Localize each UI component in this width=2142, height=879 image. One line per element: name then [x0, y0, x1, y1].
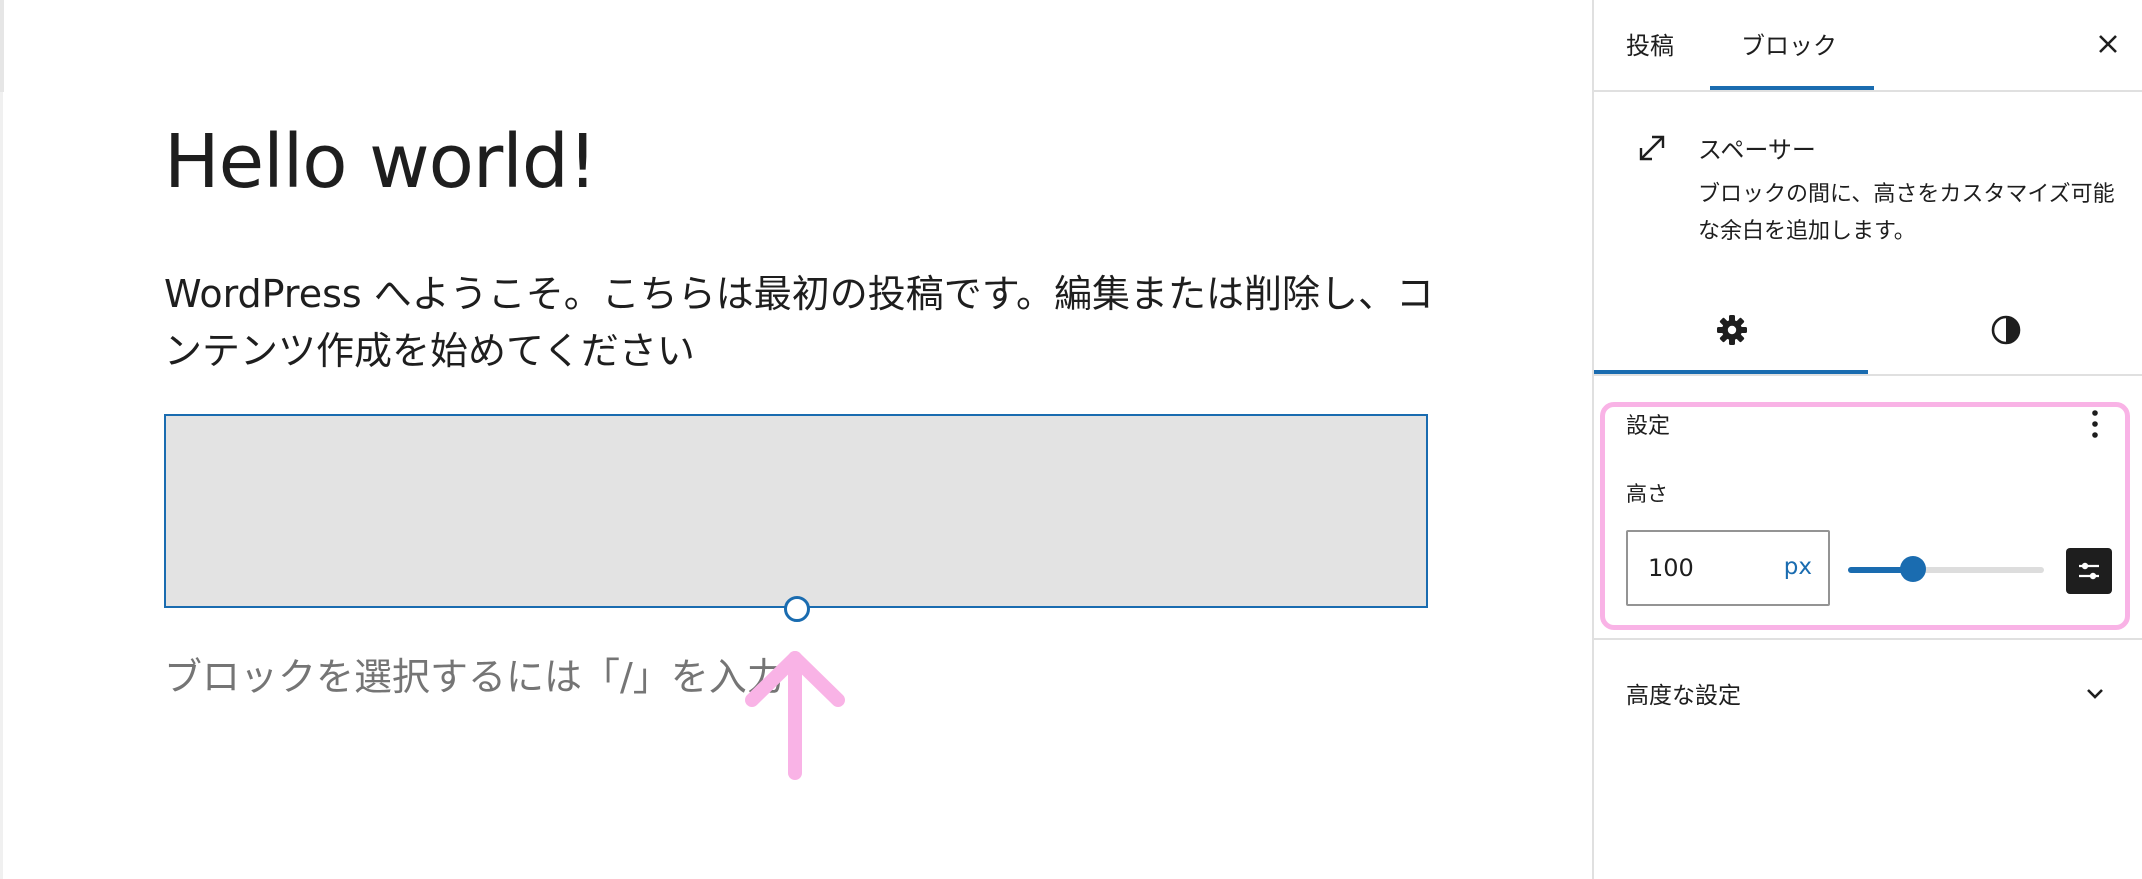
height-input[interactable]	[1648, 548, 1758, 588]
chevron-down-icon[interactable]	[2080, 678, 2110, 708]
unit-select[interactable]: px	[1784, 554, 1812, 580]
inspector-tabs	[1594, 290, 2142, 376]
close-icon[interactable]	[2090, 26, 2126, 62]
block-appender-placeholder[interactable]: ブロックを選択するには「/」を入力	[164, 646, 785, 701]
custom-size-button[interactable]	[2066, 548, 2112, 594]
post-title[interactable]: Hello world!	[164, 119, 598, 205]
advanced-panel[interactable]: 高度な設定	[1594, 638, 2142, 748]
sidebar-tab-bar: 投稿 ブロック	[1594, 0, 2142, 92]
resize-arrows-icon	[1639, 135, 1665, 161]
tab-post[interactable]: 投稿	[1626, 26, 1674, 61]
tab-settings[interactable]	[1594, 290, 1868, 374]
editor-canvas[interactable]: Hello world! WordPress へようこそ。こちらは最初の投稿です…	[0, 0, 1592, 879]
more-options-icon[interactable]	[2080, 404, 2110, 444]
editor-edge	[0, 0, 4, 92]
tab-block[interactable]: ブロック	[1741, 26, 1837, 61]
settings-panel: 設定 高さ px	[1594, 374, 2142, 640]
annotation-arrow-icon	[745, 651, 845, 780]
height-label: 高さ	[1626, 482, 1668, 506]
editor-edge	[0, 92, 3, 879]
settings-sidebar: 投稿 ブロック スペーサー ブロックの間に、高さをカスタマイズ可能な余白を追加し…	[1592, 0, 2142, 879]
spacer-block[interactable]	[164, 414, 1428, 608]
advanced-panel-title: 高度な設定	[1626, 683, 1741, 709]
height-unit-control: px	[1626, 530, 1830, 606]
block-card: スペーサー ブロックの間に、高さをカスタマイズ可能な余白を追加します。	[1594, 90, 2142, 260]
spacer-resize-handle[interactable]	[784, 596, 810, 622]
paragraph-block[interactable]: WordPress へようこそ。こちらは最初の投稿です。編集または削除し、コンテ…	[164, 266, 1464, 380]
gear-icon	[1717, 315, 1747, 345]
settings-panel-title: 設定	[1626, 414, 1671, 439]
contrast-icon	[1991, 315, 2021, 345]
height-slider-thumb[interactable]	[1899, 556, 1926, 582]
sliders-icon	[2079, 562, 2099, 580]
tab-styles[interactable]	[1868, 290, 2142, 374]
block-title: スペーサー	[1698, 136, 1816, 164]
block-description: ブロックの間に、高さをカスタマイズ可能な余白を追加します。	[1698, 182, 2115, 244]
